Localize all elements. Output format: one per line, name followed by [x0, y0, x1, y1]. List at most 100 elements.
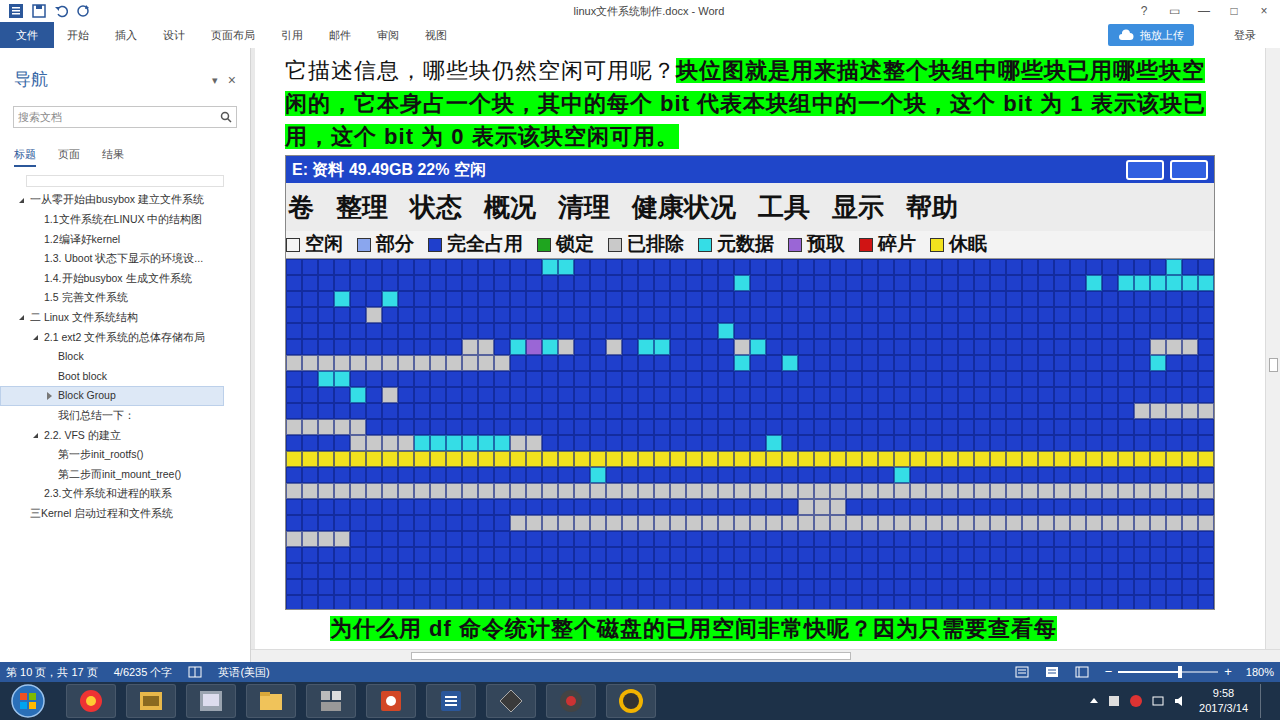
ribbon-tab[interactable]: 插入 — [102, 22, 150, 48]
read-mode-icon[interactable] — [1015, 666, 1029, 678]
ribbon-tab[interactable]: 视图 — [412, 22, 460, 48]
print-layout-icon[interactable] — [1045, 666, 1059, 678]
powerpoint-icon[interactable] — [377, 687, 405, 715]
undo-icon[interactable] — [54, 4, 68, 18]
taskbar-app[interactable] — [546, 684, 596, 718]
ribbon-tab[interactable]: 开始 — [54, 22, 102, 48]
show-desktop-button[interactable] — [1260, 684, 1270, 718]
nav-tab[interactable]: 标题 — [14, 146, 36, 167]
defrag-menu-item[interactable]: 状态 — [410, 188, 462, 227]
ultraedit-icon[interactable] — [617, 687, 645, 715]
nav-item[interactable]: 1.2编译好kernel — [0, 230, 224, 250]
nav-item[interactable]: Block Group — [0, 386, 224, 406]
window-control-button[interactable]: ▭ — [1168, 2, 1180, 20]
tray-app-icon[interactable] — [1107, 694, 1121, 708]
network-icon[interactable] — [317, 687, 345, 715]
ribbon-tab[interactable]: 设计 — [150, 22, 198, 48]
taskbar-app[interactable] — [486, 684, 536, 718]
taskbar-app[interactable] — [306, 684, 356, 718]
word-icon[interactable] — [437, 687, 465, 715]
nav-item[interactable]: Block — [0, 347, 224, 367]
defrag-menu-item[interactable]: 健康状况 — [632, 188, 736, 227]
network-status-icon[interactable] — [1151, 694, 1165, 708]
tray-app-icon[interactable] — [1129, 694, 1143, 708]
recorder-icon[interactable] — [557, 687, 585, 715]
nav-menu-button[interactable]: ▾ — [212, 72, 218, 89]
proofing-icon[interactable] — [188, 666, 202, 678]
nav-item[interactable]: 1.1文件系统在LINUX 中的结构图 — [0, 210, 224, 230]
search-field[interactable] — [18, 109, 220, 126]
word-logo-icon[interactable] — [8, 3, 24, 19]
nav-item[interactable]: 第二步而init_mount_tree() — [0, 465, 224, 485]
vertical-scrollbar[interactable] — [1265, 48, 1280, 649]
taskbar-app[interactable] — [246, 684, 296, 718]
window-control-button[interactable]: ? — [1138, 2, 1150, 20]
archive-icon[interactable] — [137, 687, 165, 715]
redo-icon[interactable] — [76, 4, 90, 18]
defrag-menu-item[interactable]: 整理 — [336, 188, 388, 227]
nav-tab[interactable]: 结果 — [102, 146, 124, 167]
scroll-thumb[interactable] — [1269, 358, 1278, 372]
taskbar-app[interactable] — [186, 684, 236, 718]
maximize-icon[interactable] — [1170, 160, 1208, 180]
horizontal-scrollbar[interactable] — [251, 649, 1280, 662]
window-control-button[interactable]: — — [1198, 2, 1210, 20]
upload-button[interactable]: 拖放上传 — [1108, 24, 1194, 46]
defrag-menu-item[interactable]: 卷 — [288, 188, 314, 227]
window-control-button[interactable]: × — [1258, 2, 1270, 20]
zoom-in-button[interactable]: + — [1224, 662, 1232, 682]
zoom-slider[interactable] — [1118, 671, 1218, 673]
expanded-arrow-icon[interactable] — [19, 315, 24, 320]
nav-item[interactable]: 1.3. Uboot 状态下显示的环境设... — [0, 249, 224, 269]
web-layout-icon[interactable] — [1075, 666, 1089, 678]
app-icon[interactable] — [77, 687, 105, 715]
taskbar-app[interactable] — [126, 684, 176, 718]
explorer-window-icon[interactable] — [197, 687, 225, 715]
nav-close-button[interactable]: × — [228, 70, 236, 91]
cloud-icon[interactable] — [1118, 29, 1134, 41]
ribbon-tab[interactable]: 引用 — [268, 22, 316, 48]
taskbar-app[interactable] — [366, 684, 416, 718]
zoom-level[interactable]: 180% — [1246, 664, 1274, 681]
volume-icon[interactable] — [1173, 694, 1187, 708]
nav-item[interactable]: 三Kernel 启动过程和文件系统 — [0, 504, 224, 524]
nav-item[interactable]: 二 Linux 文件系统结构 — [0, 308, 224, 328]
zoom-thumb[interactable] — [1178, 666, 1182, 678]
expanded-arrow-icon[interactable] — [33, 433, 38, 438]
taskbar-app[interactable] — [606, 684, 656, 718]
nav-item[interactable]: 一从零开始由busybox 建立文件系统 — [0, 191, 224, 211]
defrag-menu-item[interactable]: 显示 — [832, 188, 884, 227]
ribbon-tab[interactable]: 审阅 — [364, 22, 412, 48]
nav-item[interactable]: 第一步init_rootfs() — [0, 445, 224, 465]
file-menu-button[interactable]: 文件 — [0, 22, 54, 48]
nav-tab[interactable]: 页面 — [58, 146, 80, 167]
collapsed-arrow-icon[interactable] — [47, 392, 52, 400]
ribbon-tab[interactable]: 邮件 — [316, 22, 364, 48]
zoom-out-button[interactable]: − — [1105, 662, 1113, 682]
taskbar-app[interactable] — [426, 684, 476, 718]
save-icon[interactable] — [32, 4, 46, 18]
minimize-icon[interactable] — [1126, 160, 1164, 180]
defrag-menu-item[interactable]: 帮助 — [906, 188, 958, 227]
scroll-thumb[interactable] — [411, 652, 851, 660]
nav-item[interactable]: 1.5 完善文件系统 — [0, 288, 224, 308]
start-icon[interactable] — [10, 683, 46, 719]
login-link[interactable]: 登录 — [1234, 27, 1256, 44]
page-count[interactable]: 第 10 页，共 17 页 — [6, 664, 98, 681]
nav-item[interactable]: 我们总结一下： — [0, 406, 224, 426]
defrag-menu-item[interactable]: 工具 — [758, 188, 810, 227]
expanded-arrow-icon[interactable] — [33, 335, 38, 340]
defrag-menu-item[interactable]: 清理 — [558, 188, 610, 227]
tool-icon[interactable] — [497, 687, 525, 715]
nav-item[interactable]: Boot block — [0, 367, 224, 387]
language[interactable]: 英语(美国) — [218, 664, 269, 681]
window-control-button[interactable]: □ — [1228, 2, 1240, 20]
taskbar-app[interactable] — [66, 684, 116, 718]
nav-item[interactable]: 1.4.开始busybox 生成文件系统 — [0, 269, 224, 289]
clock[interactable]: 9:582017/3/14 — [1195, 686, 1252, 716]
word-count[interactable]: 4/6235 个字 — [114, 664, 173, 681]
nav-item[interactable]: 2.3.文件系统和进程的联系 — [0, 484, 224, 504]
ribbon-tab[interactable]: 页面布局 — [198, 22, 268, 48]
search-icon[interactable] — [220, 111, 232, 123]
nav-item[interactable]: 2.1 ext2 文件系统的总体存储布局 — [0, 328, 224, 348]
